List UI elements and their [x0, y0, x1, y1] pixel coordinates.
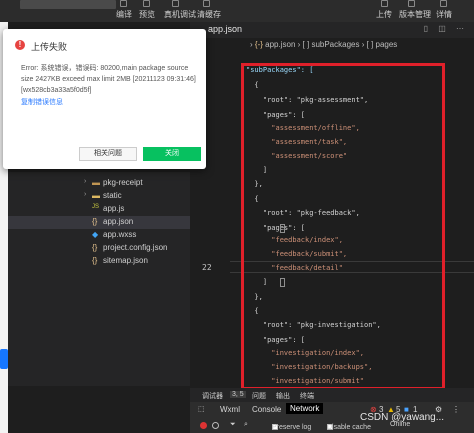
- tab-debugger[interactable]: 调试器: [202, 391, 223, 401]
- clear-cache-icon[interactable]: [203, 0, 210, 7]
- folder-icon: ▬: [92, 191, 100, 200]
- tree-item-pkg-receipt[interactable]: › ▬ pkg-receipt: [8, 177, 190, 190]
- error-message: Error: 系统错误，错误码: 80200,main package sour…: [21, 65, 196, 94]
- tree-item-label: app.json: [103, 217, 134, 226]
- tree-item-label: app.wxss: [103, 230, 137, 239]
- tree-item-static[interactable]: › ▬ static: [8, 190, 190, 203]
- details-button[interactable]: 详情: [436, 9, 452, 20]
- related-issues-button[interactable]: 相关问题: [79, 147, 137, 161]
- record-icon[interactable]: [200, 422, 207, 429]
- json-file-icon: {}: [92, 217, 98, 226]
- tab-output[interactable]: 输出: [276, 391, 290, 401]
- details-icon[interactable]: [440, 0, 447, 7]
- simulator-button[interactable]: [0, 349, 8, 369]
- chevron-right-icon: ›: [84, 178, 87, 185]
- tree-item-label: pkg-receipt: [103, 178, 143, 187]
- clear-icon[interactable]: [212, 422, 219, 429]
- file-explorer: › ▬ pkg-receipt › ▬ static JS app.js {} …: [8, 172, 190, 386]
- breadcrumb: › {-} app.json › [ ] subPackages › [ ] p…: [250, 40, 474, 53]
- tab-problems[interactable]: 问题: [252, 391, 266, 401]
- tree-item-app-wxss[interactable]: ◆ app.wxss: [8, 229, 190, 242]
- js-file-icon: JS: [92, 204, 100, 210]
- editor-tab-bar: app.json ▯ ◫ ⋯: [190, 22, 474, 38]
- upload-icon[interactable]: [381, 0, 388, 7]
- tree-item-label: sitemap.json: [103, 256, 148, 265]
- debug-icon[interactable]: [172, 0, 179, 7]
- breadcrumb-separator: ›: [250, 40, 253, 49]
- disable-cache-label: Disable cache: [327, 424, 371, 431]
- tree-item-app-json[interactable]: {} app.json: [8, 216, 190, 229]
- preserve-log-label: Preserve log: [272, 424, 312, 431]
- dialog-title: 上传失败: [31, 42, 68, 52]
- upload-error-dialog: ! 上传失败 Error: 系统错误，错误码: 80200,main packa…: [3, 29, 206, 169]
- inspect-icon[interactable]: ⬚: [198, 405, 205, 413]
- tree-item-label: app.js: [103, 204, 125, 213]
- line-number: 22: [202, 263, 212, 272]
- breadcrumb-item-pages[interactable]: [ ] pages: [367, 40, 398, 49]
- compile-button[interactable]: 编译: [116, 9, 132, 20]
- tab-network[interactable]: Network: [286, 403, 324, 414]
- top-toolbar: 编译 预览 真机调试 清缓存 上传 版本管理 详情: [0, 0, 474, 22]
- tab-console[interactable]: Console: [252, 405, 281, 414]
- json-file-icon: {}: [92, 256, 98, 265]
- error-icon: !: [15, 40, 25, 50]
- real-device-debug-button[interactable]: 真机调试: [164, 9, 196, 20]
- compile-icon[interactable]: [120, 0, 127, 7]
- tree-item-project-config[interactable]: {} project.config.json: [8, 242, 190, 255]
- search-icon[interactable]: ⌕: [244, 421, 248, 429]
- issue-count-badge: 3, 5: [230, 391, 246, 398]
- folder-icon: ▬: [92, 178, 100, 187]
- tab-wxml[interactable]: Wxml: [220, 405, 240, 414]
- copy-error-link[interactable]: 复制错误信息: [21, 97, 63, 107]
- highlight-box: [241, 63, 445, 390]
- preview-button[interactable]: 预览: [139, 9, 155, 20]
- json-file-icon: {}: [92, 243, 98, 252]
- tab-app-json[interactable]: app.json: [208, 24, 242, 34]
- devtools-header: 调试器 3, 5 问题 输出 终端: [190, 388, 474, 402]
- breadcrumb-item-subpackages[interactable]: [ ] subPackages: [303, 40, 360, 49]
- version-manage-button[interactable]: 版本管理: [399, 9, 431, 20]
- tab-terminal[interactable]: 终端: [300, 391, 314, 401]
- tree-item-label: static: [103, 191, 122, 200]
- editor-actions-icon[interactable]: ▯ ◫ ⋯: [424, 24, 468, 33]
- close-button[interactable]: 关闭: [143, 147, 201, 161]
- tree-item-sitemap[interactable]: {} sitemap.json: [8, 255, 190, 268]
- tree-item-label: project.config.json: [103, 243, 168, 252]
- more-icon[interactable]: ⋮: [452, 405, 460, 414]
- json-file-icon: {-}: [254, 40, 263, 49]
- tree-item-app-js[interactable]: JS app.js: [8, 203, 190, 216]
- chevron-right-icon: ›: [84, 191, 87, 198]
- watermark: CSDN @yawang...: [360, 412, 445, 423]
- compile-mode-select[interactable]: [20, 0, 116, 9]
- upload-button[interactable]: 上传: [376, 9, 392, 20]
- breadcrumb-item-file[interactable]: app.json: [265, 40, 295, 49]
- breadcrumb-separator: ›: [297, 40, 301, 49]
- preview-icon[interactable]: [143, 0, 150, 7]
- breadcrumb-separator: ›: [361, 40, 365, 49]
- wxss-file-icon: ◆: [92, 230, 99, 239]
- clear-cache-button[interactable]: 清缓存: [197, 9, 221, 20]
- version-icon[interactable]: [408, 0, 415, 7]
- filter-icon[interactable]: ⏷: [230, 421, 236, 429]
